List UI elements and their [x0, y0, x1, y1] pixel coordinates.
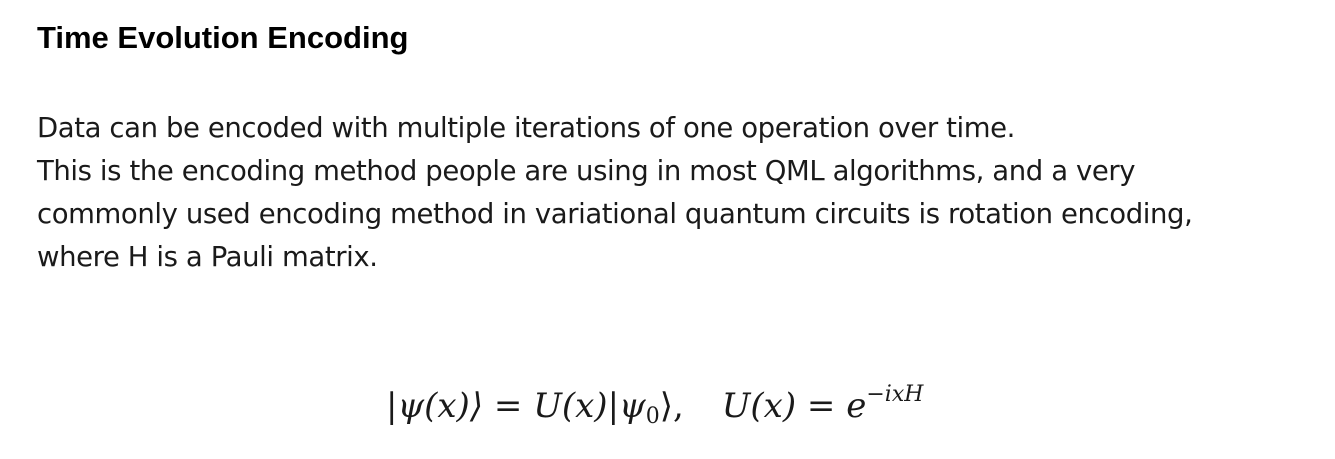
- slide-title: Time Evolution Encoding: [37, 20, 409, 55]
- formula-lhs-state: |ψ(x)⟩ =: [386, 386, 534, 426]
- formula-initial-subscript: 0: [645, 404, 660, 429]
- formula-unitary-definition: U(x) = e: [721, 386, 867, 426]
- body-line: where H is a Pauli matrix.: [37, 241, 378, 273]
- slide-body-text: Data can be encoded with multiple iterat…: [37, 107, 1322, 279]
- formula-initial-state: |ψ: [607, 386, 646, 426]
- formula-exponent: −ixH: [866, 382, 924, 407]
- time-evolution-formula: |ψ(x)⟩ = U(x)|ψ0⟩, U(x) = e−ixH: [386, 365, 924, 429]
- body-line: commonly used encoding method in variati…: [37, 198, 1193, 230]
- body-line: Data can be encoded with multiple iterat…: [37, 112, 1015, 144]
- body-line: This is the encoding method people are u…: [37, 155, 1136, 187]
- formula-unitary: U(x): [533, 386, 608, 426]
- formula-initial-close: ⟩,: [659, 386, 684, 426]
